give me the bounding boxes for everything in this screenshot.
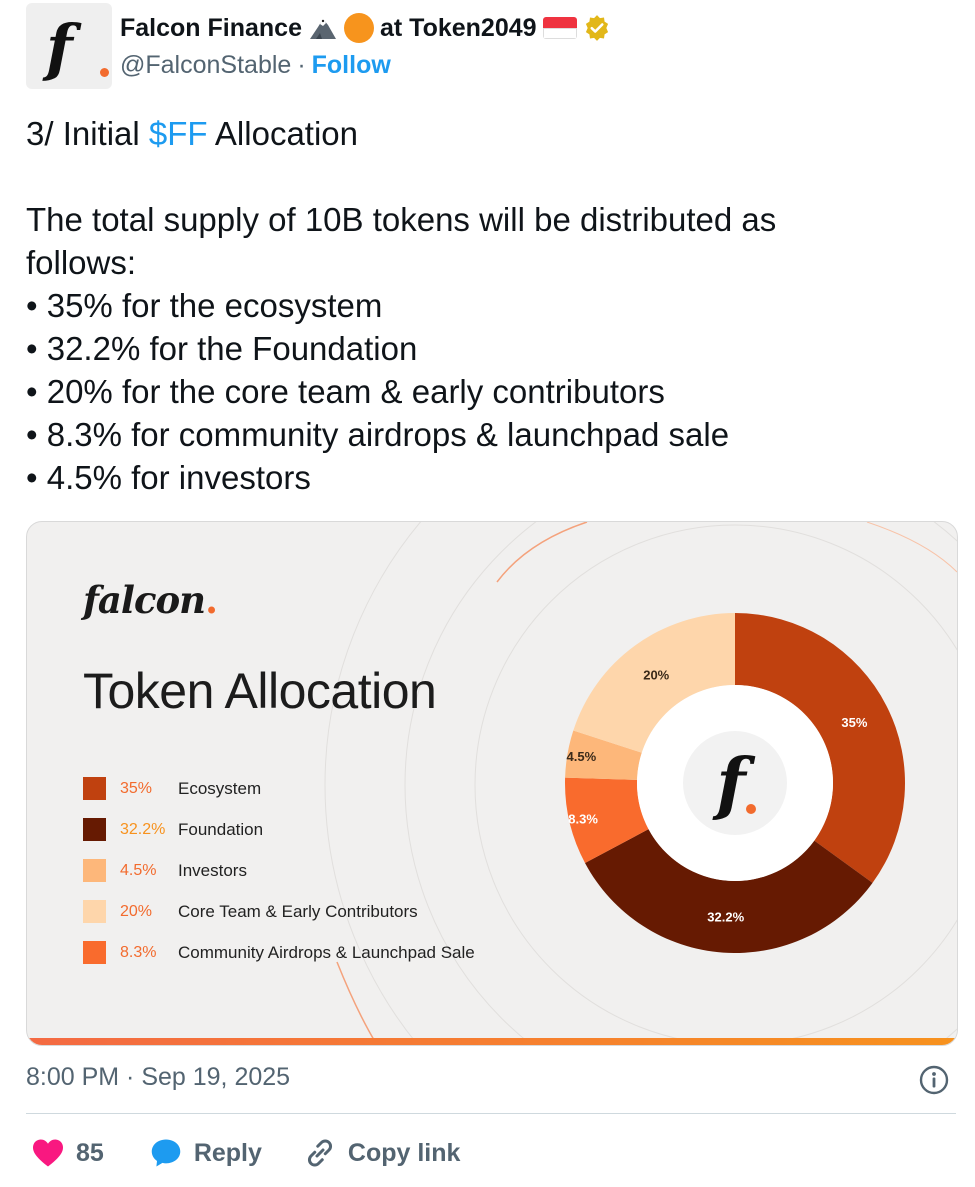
falcon-logo-dot: .	[205, 578, 218, 622]
author-name[interactable]: Falcon Finance	[120, 14, 302, 43]
legend-percent: 4.5%	[120, 861, 157, 879]
tweet-title-suffix: Allocation	[207, 115, 359, 152]
reply-button[interactable]: Reply	[148, 1135, 262, 1171]
copy-link-button[interactable]: Copy link	[302, 1135, 461, 1171]
avatar-logo-letter: f	[46, 11, 73, 84]
legend-label: Core Team & Early Contributors	[178, 901, 418, 921]
handle-row: @FalconStable · Follow	[120, 51, 391, 80]
media-card[interactable]: falcon. Token Allocation 35% Ecosystem 32.…	[26, 521, 958, 1046]
chart-legend: 35% Ecosystem 32.2% Foundation 4.5% Investors…	[83, 768, 475, 973]
tweet-bullet: • 35% for the ecosystem	[26, 287, 383, 324]
tweet-text: 3/ Initial $FF Allocation The total supp…	[26, 112, 956, 499]
tweet-actions: 85 Reply Copy link	[30, 1133, 500, 1173]
reply-label: Reply	[193, 1138, 262, 1167]
tweet-bullet: • 20% for the core team & early contribu…	[26, 373, 665, 410]
reply-bubble-icon	[151, 1139, 181, 1167]
legend-label: Ecosystem	[178, 778, 262, 798]
tweet-bullet: • 4.5% for investors	[26, 459, 311, 496]
donut-slice-label: 4.5%	[567, 749, 597, 764]
like-button[interactable]: 85	[30, 1135, 104, 1171]
legend-item: 8.3% Community Airdrops & Launchpad Sale	[83, 932, 475, 973]
eagle-emoji-icon	[309, 18, 336, 39]
falcon-logo-text: falcon	[83, 578, 206, 622]
legend-item: 32.2% Foundation	[83, 809, 475, 850]
info-icon[interactable]	[918, 1064, 950, 1096]
donut-chart: 35%32.2%8.3%4.5%20%f	[565, 613, 905, 953]
legend-label: Foundation	[178, 819, 264, 839]
handle-separator: ·	[297, 51, 306, 79]
legend-percent: 20%	[120, 902, 153, 920]
legend-item: 4.5% Investors	[83, 850, 475, 891]
author-name-suffix: at Token2049	[379, 13, 537, 42]
ticker-link[interactable]: $FF	[149, 115, 208, 152]
legend-swatch	[83, 777, 106, 800]
orange-circle-emoji-icon	[343, 13, 374, 43]
heart-icon	[33, 1139, 63, 1167]
link-icon	[307, 1139, 332, 1167]
verified-badge-icon	[585, 15, 608, 41]
singapore-flag-icon	[542, 17, 577, 39]
divider	[26, 1113, 956, 1114]
tweet-intro: The total supply of 10B tokens will be d…	[26, 201, 777, 281]
follow-button[interactable]: Follow	[312, 51, 391, 79]
legend-label: Investors	[178, 860, 247, 880]
legend-percent: 35%	[120, 779, 153, 797]
avatar[interactable]: f	[26, 3, 112, 89]
donut-slice-label: 35%	[841, 715, 867, 730]
donut-slice-label: 8.3%	[568, 811, 598, 826]
tweet-title-line: 3/ Initial $FF Allocation	[26, 112, 956, 155]
legend-swatch	[83, 818, 106, 841]
center-logo-dot	[746, 804, 756, 814]
donut-slice-label: 20%	[643, 668, 669, 683]
falcon-logo: falcon.	[83, 578, 218, 622]
card-title: Token Allocation	[83, 663, 437, 719]
legend-percent: 8.3%	[120, 943, 157, 961]
legend-percent: 32.2%	[120, 820, 166, 838]
tweet-title-prefix: 3/ Initial	[26, 115, 149, 152]
legend-item: 20% Core Team & Early Contributors	[83, 891, 475, 932]
card-bottom-bar	[27, 1038, 957, 1045]
author-name-row: Falcon Finance at Token2049	[120, 10, 611, 46]
tweet-bullet: • 32.2% for the Foundation	[26, 330, 418, 367]
donut-slice-label: 32.2%	[707, 910, 744, 925]
avatar-logo-dot	[100, 68, 109, 77]
copy-link-label: Copy link	[347, 1138, 461, 1167]
tweet-timestamp[interactable]: 8:00 PM · Sep 19, 2025	[26, 1063, 290, 1092]
tweet-bullet: • 8.3% for community airdrops & launchpa…	[26, 416, 730, 453]
author-handle[interactable]: @FalconStable	[120, 51, 291, 79]
legend-swatch	[83, 941, 106, 964]
legend-swatch	[83, 859, 106, 882]
legend-label: Community Airdrops & Launchpad Sale	[178, 942, 475, 962]
legend-swatch	[83, 900, 106, 923]
legend-item: 35% Ecosystem	[83, 768, 475, 809]
like-count: 85	[76, 1138, 104, 1167]
